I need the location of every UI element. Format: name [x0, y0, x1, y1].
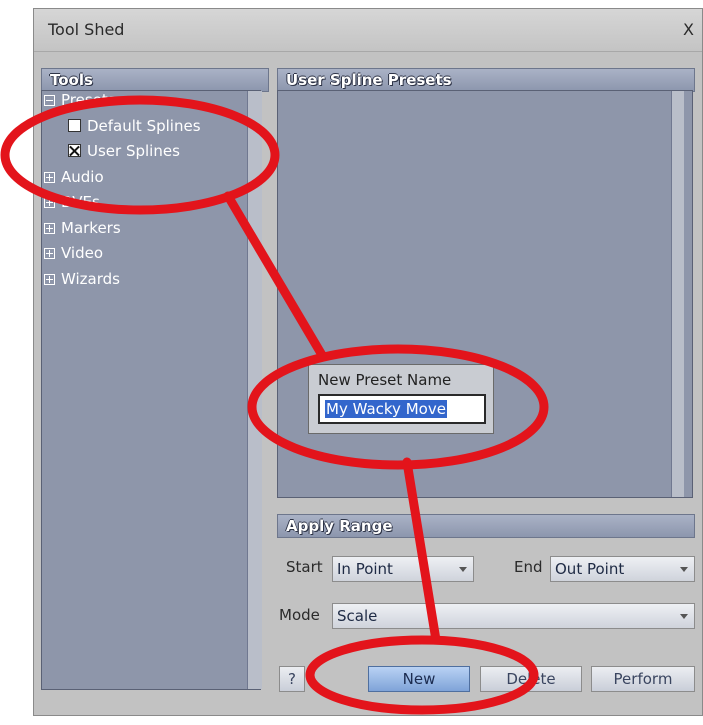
apply-range-title: Apply Range [286, 517, 393, 535]
presets-scrollbar[interactable] [671, 91, 684, 497]
end-label: End [514, 558, 543, 576]
start-dropdown[interactable]: In Point [332, 556, 474, 582]
mode-dropdown[interactable]: Scale [332, 603, 695, 629]
tools-scrollbar[interactable] [247, 91, 262, 689]
tree-item-label: Audio [61, 168, 104, 186]
expand-icon[interactable] [44, 274, 55, 285]
tree-item-default-splines[interactable]: Default Splines [68, 117, 201, 135]
expand-icon[interactable] [44, 172, 55, 183]
start-label: Start [286, 558, 323, 576]
tree-item-dves[interactable]: DVEs [44, 193, 100, 211]
expand-icon[interactable] [44, 248, 55, 259]
tools-panel-title: Tools [50, 71, 93, 89]
chevron-down-icon [680, 567, 688, 572]
new-preset-name-input[interactable]: My Wacky Move [318, 394, 486, 424]
new-preset-dialog: New Preset Name My Wacky Move [308, 364, 494, 434]
collapse-icon[interactable] [44, 95, 55, 106]
presets-list[interactable] [277, 90, 693, 498]
start-dropdown-value: In Point [337, 560, 393, 578]
tree-item-user-splines[interactable]: User Splines [68, 142, 180, 160]
tree-item-audio[interactable]: Audio [44, 168, 104, 186]
tree-item-label: Video [61, 244, 104, 262]
tree-item-label: Presets [61, 91, 116, 109]
end-dropdown-value: Out Point [555, 560, 625, 578]
user-splines-checkbox[interactable] [68, 144, 81, 157]
new-preset-name-value: My Wacky Move [325, 400, 447, 418]
expand-icon[interactable] [44, 223, 55, 234]
help-button[interactable]: ? [279, 666, 305, 692]
close-button[interactable]: X [683, 20, 694, 39]
new-preset-name-label: New Preset Name [318, 371, 452, 389]
perform-button[interactable]: Perform [591, 666, 695, 692]
tools-panel-header: Tools [41, 68, 269, 92]
presets-panel-title: User Spline Presets [286, 71, 452, 89]
chevron-down-icon [680, 614, 688, 619]
window-title: Tool Shed [48, 20, 125, 39]
tree-item-label: DVEs [61, 193, 100, 211]
end-dropdown[interactable]: Out Point [550, 556, 695, 582]
title-bar[interactable]: Tool Shed X [34, 9, 702, 52]
tree-item-markers[interactable]: Markers [44, 219, 121, 237]
default-splines-checkbox[interactable] [68, 119, 81, 132]
presets-panel-header: User Spline Presets [277, 68, 695, 92]
tree-item-label: Markers [61, 219, 121, 237]
tree-item-label: User Splines [87, 142, 180, 160]
new-button[interactable]: New [368, 666, 470, 692]
delete-button[interactable]: Delete [480, 666, 582, 692]
tree-item-wizards[interactable]: Wizards [44, 270, 120, 288]
apply-range-header: Apply Range [277, 514, 695, 538]
mode-dropdown-value: Scale [337, 607, 378, 625]
chevron-down-icon [459, 567, 467, 572]
tree-item-label: Default Splines [87, 117, 201, 135]
mode-label: Mode [279, 606, 320, 624]
tree-item-label: Wizards [61, 270, 120, 288]
expand-icon[interactable] [44, 197, 55, 208]
tree-item-presets[interactable]: Presets [44, 91, 116, 109]
tree-item-video[interactable]: Video [44, 244, 103, 262]
